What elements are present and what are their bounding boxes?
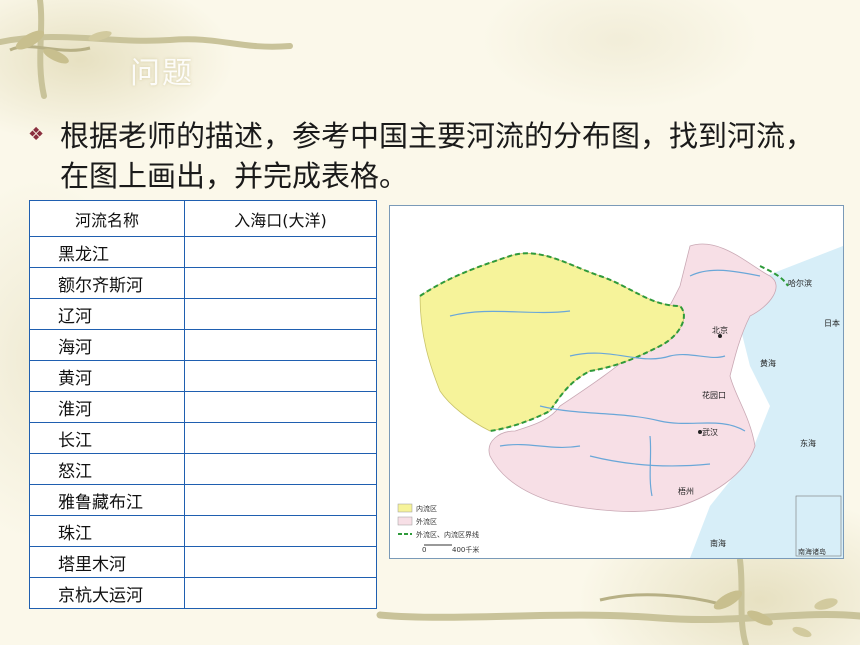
header-river-name: 河流名称 bbox=[29, 200, 185, 237]
table-row: 额尔齐斯河 bbox=[29, 267, 377, 299]
river-name-cell: 珠江 bbox=[29, 515, 185, 547]
river-name-cell: 雅鲁藏布江 bbox=[29, 484, 185, 516]
table-row: 黑龙江 bbox=[29, 236, 377, 268]
outlet-cell[interactable] bbox=[184, 577, 377, 609]
river-name-cell: 黄河 bbox=[29, 360, 185, 392]
table-row: 海河 bbox=[29, 329, 377, 361]
outlet-cell[interactable] bbox=[184, 329, 377, 361]
table-row: 珠江 bbox=[29, 515, 377, 547]
header-outlet: 入海口(大洋) bbox=[184, 200, 377, 237]
legend-inland: 内流区 bbox=[416, 504, 437, 513]
china-river-map: 北京 武汉 梧州 哈尔滨 花园口 黄海 东海 南海 日本 内流区 外流区 外流区… bbox=[389, 205, 844, 559]
outlet-cell[interactable] bbox=[184, 453, 377, 485]
outlet-cell[interactable] bbox=[184, 484, 377, 516]
city-harbin: 哈尔滨 bbox=[788, 278, 812, 288]
outlet-cell[interactable] bbox=[184, 236, 377, 268]
river-name-cell: 额尔齐斯河 bbox=[29, 267, 185, 299]
outlet-cell[interactable] bbox=[184, 267, 377, 299]
outlet-cell[interactable] bbox=[184, 298, 377, 330]
outlet-cell[interactable] bbox=[184, 422, 377, 454]
legend-scale: 400千米 bbox=[452, 545, 479, 554]
river-table: 河流名称 入海口(大洋) 黑龙江 额尔齐斯河 辽河 海河 黄河 淮河 长江 怒江… bbox=[29, 200, 377, 609]
city-beijing: 北京 bbox=[712, 325, 728, 335]
table-row: 淮河 bbox=[29, 391, 377, 423]
table-row: 辽河 bbox=[29, 298, 377, 330]
slide-title: 问题 bbox=[130, 56, 194, 91]
city-wuhan: 武汉 bbox=[702, 427, 718, 437]
country-japan: 日本 bbox=[824, 318, 840, 328]
city-huayuankou: 花园口 bbox=[702, 390, 726, 400]
river-name-cell: 京杭大运河 bbox=[29, 577, 185, 609]
river-name-cell: 海河 bbox=[29, 329, 185, 361]
legend-scale-zero: 0 bbox=[422, 546, 426, 554]
table-row: 京杭大运河 bbox=[29, 577, 377, 609]
diamond-bullet-icon: ❖ bbox=[28, 124, 45, 145]
outlet-cell[interactable] bbox=[184, 360, 377, 392]
city-wuzhou: 梧州 bbox=[678, 486, 694, 496]
river-name-cell: 长江 bbox=[29, 422, 185, 454]
river-name-cell: 塔里木河 bbox=[29, 546, 185, 578]
sea-south: 南海 bbox=[710, 538, 726, 548]
table-row: 雅鲁藏布江 bbox=[29, 484, 377, 516]
sea-yellow: 黄海 bbox=[760, 358, 776, 368]
table-header-row: 河流名称 入海口(大洋) bbox=[29, 200, 377, 237]
legend-boundary: 外流区、内流区界线 bbox=[416, 530, 479, 539]
inset-label: 南海诸岛 bbox=[798, 547, 826, 556]
outlet-cell[interactable] bbox=[184, 546, 377, 578]
table-row: 长江 bbox=[29, 422, 377, 454]
outlet-cell[interactable] bbox=[184, 391, 377, 423]
table-row: 怒江 bbox=[29, 453, 377, 485]
inset-map bbox=[795, 495, 842, 557]
river-name-cell: 黑龙江 bbox=[29, 236, 185, 268]
river-name-cell: 辽河 bbox=[29, 298, 185, 330]
river-name-cell: 淮河 bbox=[29, 391, 185, 423]
sea-east: 东海 bbox=[800, 438, 816, 448]
map-svg: 北京 武汉 梧州 哈尔滨 花园口 黄海 东海 南海 日本 内流区 外流区 外流区… bbox=[390, 206, 843, 558]
table-row: 塔里木河 bbox=[29, 546, 377, 578]
instruction-text: 根据老师的描述，参考中国主要河流的分布图，找到河流，在图上画出，并完成表格。 bbox=[60, 119, 815, 193]
legend-outflow: 外流区 bbox=[416, 517, 437, 526]
table-row: 黄河 bbox=[29, 360, 377, 392]
outlet-cell[interactable] bbox=[184, 515, 377, 547]
river-name-cell: 怒江 bbox=[29, 453, 185, 485]
